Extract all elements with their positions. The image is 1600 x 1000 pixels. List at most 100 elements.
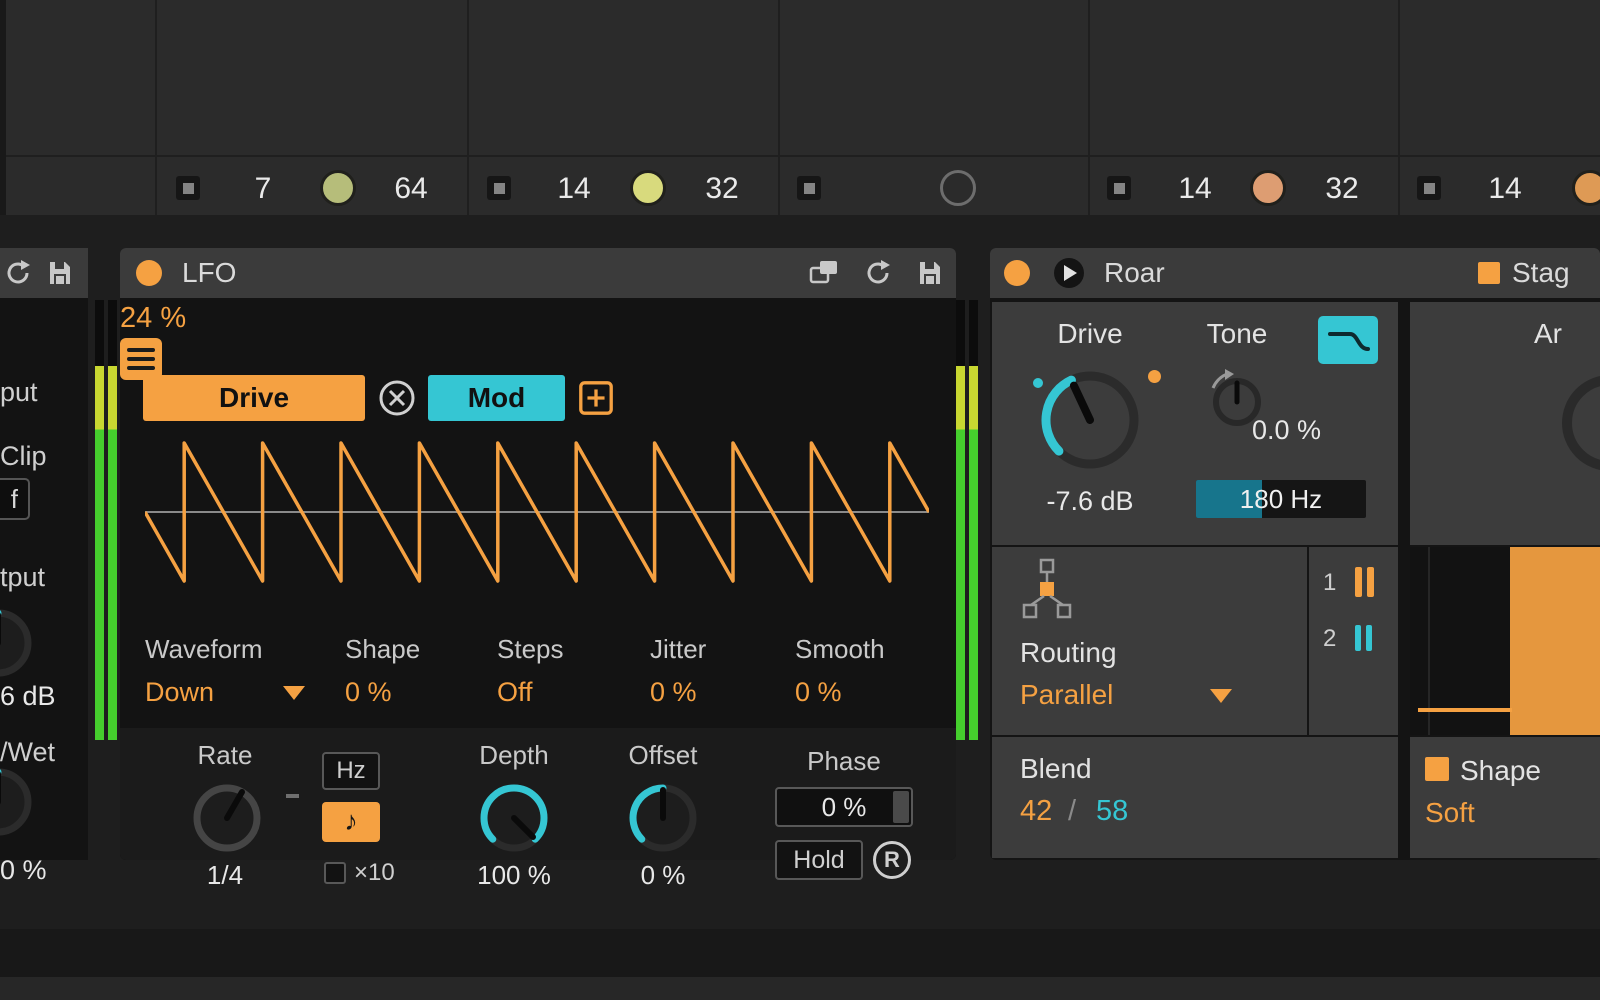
retrigger-button[interactable]: R <box>873 841 911 879</box>
stage-panel-title: Stag <box>1512 258 1570 288</box>
offset-label: Offset <box>603 740 723 770</box>
device-titlebar[interactable]: Roar Stag <box>990 248 1600 298</box>
drive-label: Drive <box>1040 318 1140 350</box>
shaper-type-select[interactable]: Soft <box>1425 797 1475 829</box>
clip-stop-button[interactable] <box>487 176 511 200</box>
param-smooth: Smooth 0 % <box>795 634 965 664</box>
roar-device: Roar Stag Drive -7.6 dB Tone 0.0 % <box>990 248 1600 860</box>
track-dial[interactable] <box>1250 170 1286 206</box>
offset-value[interactable]: 0 % <box>603 860 723 890</box>
phase-label: Phase <box>784 746 904 776</box>
stage-two-label: 2 <box>1323 623 1336 655</box>
blend-section: Blend 42 / 58 <box>992 737 1398 858</box>
level-meter <box>956 300 980 740</box>
stop-icon <box>1424 183 1435 194</box>
clear-mapping-icon[interactable] <box>377 378 417 418</box>
drive-knob[interactable] <box>1030 360 1150 480</box>
preview-play-button[interactable] <box>1054 258 1084 288</box>
mod-amount-value[interactable]: 24 % <box>120 298 240 338</box>
steps-value[interactable]: Off <box>497 676 533 708</box>
shaper-section: Shape Soft <box>1410 737 1600 858</box>
routing-section: Routing Parallel <box>992 547 1307 735</box>
jitter-value[interactable]: 0 % <box>650 676 697 708</box>
rate-knob[interactable] <box>187 778 267 858</box>
save-preset-icon[interactable] <box>44 257 76 289</box>
device-titlebar[interactable] <box>0 248 88 298</box>
hot-swap-icon[interactable] <box>2 257 34 289</box>
phase-drag-handle[interactable] <box>893 791 909 823</box>
mod-mode-button[interactable]: Mod <box>428 375 565 421</box>
device-on-toggle[interactable] <box>136 260 162 286</box>
map-parameter-icon[interactable] <box>577 379 615 417</box>
gain-knob[interactable] <box>0 603 38 683</box>
drywet-value-fragment[interactable]: 0 % <box>0 854 47 886</box>
clip-mode-button[interactable]: f <box>0 478 30 520</box>
clip-stop-button[interactable] <box>797 176 821 200</box>
shaper-curve-fill <box>1510 547 1600 735</box>
param-label: Shape <box>345 634 515 664</box>
drywet-knob[interactable] <box>0 762 38 842</box>
shaper-label: Shape <box>1460 755 1541 787</box>
routing-mode-select[interactable]: Parallel <box>1020 679 1113 711</box>
stage-two-bar[interactable] <box>1366 625 1372 651</box>
drive-value[interactable]: -7.6 dB <box>1030 485 1150 517</box>
lfo-body: Drive Mod 24 % Waveform Down <box>120 298 956 860</box>
filter-frequency-slider[interactable]: 180 Hz <box>1196 480 1366 518</box>
clip-stop-button[interactable] <box>1417 176 1441 200</box>
waveform-select[interactable]: Down <box>145 676 214 708</box>
shaper-enable-square[interactable] <box>1425 757 1449 781</box>
depth-label: Depth <box>454 740 574 770</box>
clip-stop-button[interactable] <box>176 176 200 200</box>
mapping-list-icon[interactable] <box>120 338 162 380</box>
status-strip <box>0 929 1600 977</box>
stop-icon <box>183 183 194 194</box>
offset-knob[interactable] <box>623 778 703 858</box>
param-label: Steps <box>497 634 667 664</box>
routing-diagram-icon <box>1016 557 1078 621</box>
blend-value-a[interactable]: 42 <box>1020 795 1052 827</box>
blend-value-b[interactable]: 58 <box>1096 795 1128 827</box>
hold-button[interactable]: Hold <box>775 840 863 880</box>
depth-value[interactable]: 100 % <box>454 860 574 890</box>
track-dial-empty[interactable] <box>940 170 976 206</box>
track-dial[interactable] <box>1572 170 1600 206</box>
chevron-down-icon[interactable] <box>1210 689 1232 703</box>
filter-type-button[interactable] <box>1318 316 1378 364</box>
tone-value[interactable]: 0.0 % <box>1252 414 1362 446</box>
phase-value-box[interactable]: 0 % <box>775 787 913 827</box>
param-waveform: Waveform Down <box>145 634 315 664</box>
clip-label-fragment: Clip <box>0 440 47 472</box>
open-window-icon[interactable] <box>808 257 840 289</box>
hot-swap-icon[interactable] <box>862 257 894 289</box>
mod-target-button[interactable]: Drive <box>143 375 365 421</box>
stage-one-bar[interactable] <box>1355 567 1362 597</box>
track-divider <box>467 0 469 215</box>
sync-mode-button[interactable]: ♪ <box>322 802 380 842</box>
meter-fill <box>956 366 965 740</box>
save-preset-icon[interactable] <box>914 257 946 289</box>
stage-enable-square[interactable] <box>1478 262 1500 284</box>
track-dial[interactable] <box>630 170 666 206</box>
gain-value-fragment[interactable]: 6 dB <box>0 680 56 712</box>
hz-mode-button[interactable]: Hz <box>322 752 380 790</box>
stage-one-bar[interactable] <box>1367 567 1374 597</box>
stage-amount-knob[interactable] <box>1562 375 1600 471</box>
stage-two-bar[interactable] <box>1355 625 1361 651</box>
device-title: Roar <box>1104 258 1165 288</box>
device-titlebar[interactable]: LFO <box>120 248 956 298</box>
device-on-toggle[interactable] <box>1004 260 1030 286</box>
lfo-device: LFO Drive <box>120 248 956 860</box>
smooth-value[interactable]: 0 % <box>795 676 842 708</box>
track-dial[interactable] <box>320 170 356 206</box>
chevron-down-icon[interactable] <box>283 686 305 700</box>
depth-knob[interactable] <box>474 778 554 858</box>
clip-count: 14 <box>1473 171 1537 207</box>
rate-value[interactable]: 1/4 <box>165 860 285 890</box>
clip-count: 7 <box>231 171 295 207</box>
track-divider <box>1088 0 1090 215</box>
stage-amount-section: Ar <box>1410 302 1600 545</box>
scene-divider <box>0 155 1600 157</box>
clip-stop-button[interactable] <box>1107 176 1131 200</box>
shape-value[interactable]: 0 % <box>345 676 392 708</box>
times-ten-checkbox[interactable] <box>324 862 346 884</box>
